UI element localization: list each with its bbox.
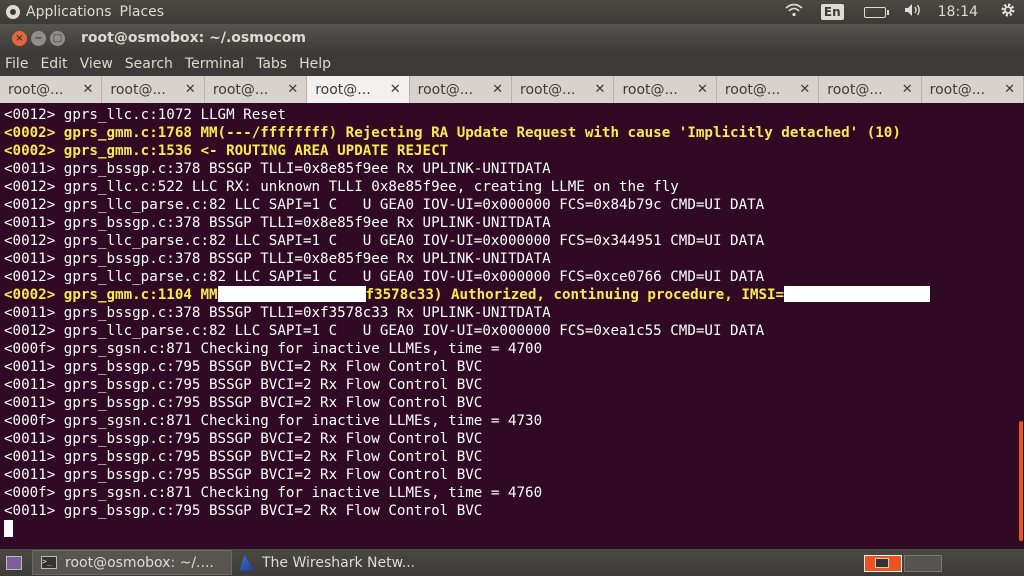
terminal-line: <0011> gprs_bssgp.c:795 BSSGP BVCI=2 Rx … bbox=[4, 359, 483, 375]
tab-label: root@... bbox=[417, 81, 474, 98]
terminal-line: <0002> gprs_gmm.c:1104 MM f3578c33) Autho… bbox=[4, 286, 931, 304]
close-tab-icon[interactable]: ✕ bbox=[595, 82, 606, 97]
close-tab-icon[interactable]: ✕ bbox=[697, 82, 708, 97]
gear-icon[interactable] bbox=[1000, 2, 1016, 22]
terminal-line: <0011> gprs_bssgp.c:378 BSSGP TLLI=0xf35… bbox=[4, 305, 551, 321]
menu-tabs[interactable]: Tabs bbox=[250, 56, 293, 72]
menu-terminal[interactable]: Terminal bbox=[179, 56, 250, 72]
terminal-line: <0011> gprs_bssgp.c:795 BSSGP BVCI=2 Rx … bbox=[4, 449, 483, 465]
wifi-icon[interactable] bbox=[785, 3, 803, 21]
terminal-line: <0012> gprs_llc_parse.c:82 LLC SAPI=1 C … bbox=[4, 233, 765, 249]
window-title-bar[interactable]: × − □ root@osmobox: ~/.osmocom bbox=[0, 24, 1024, 52]
terminal-icon: >_ bbox=[41, 556, 57, 569]
terminal-line: <000f> gprs_sgsn.c:871 Checking for inac… bbox=[4, 485, 543, 501]
menu-search[interactable]: Search bbox=[119, 56, 179, 72]
redaction-box bbox=[784, 286, 931, 302]
menu-file[interactable]: File bbox=[0, 56, 34, 72]
terminal-line: <0002> gprs_gmm.c:1768 MM(---/ffffffff) … bbox=[4, 125, 901, 141]
redaction-box bbox=[217, 286, 366, 302]
tab-label: root@... bbox=[724, 81, 781, 98]
terminal-line: <0011> gprs_bssgp.c:378 BSSGP TLLI=0x8e8… bbox=[4, 161, 551, 177]
tab-terminal[interactable]: root@... ✕ bbox=[921, 76, 1024, 103]
close-window-button[interactable]: × bbox=[12, 30, 27, 46]
places-menu[interactable]: Places bbox=[120, 4, 173, 20]
tab-bar: root@... ✕ root@... ✕ root@... ✕ root@... ✕ root… bbox=[0, 76, 1024, 103]
terminal-line: <0011> gprs_bssgp.c:795 BSSGP BVCI=2 Rx … bbox=[4, 467, 483, 483]
terminal-line-text: <0002> gprs_gmm.c:1104 MM bbox=[4, 287, 218, 303]
tab-terminal[interactable]: root@... ✕ bbox=[716, 76, 820, 103]
workspace-switcher-active[interactable] bbox=[864, 555, 902, 572]
tab-terminal[interactable]: root@... ✕ bbox=[819, 76, 922, 103]
minimize-window-button[interactable]: − bbox=[31, 30, 46, 46]
terminal-line: <0012> gprs_llc_parse.c:82 LLC SAPI=1 C … bbox=[4, 323, 765, 339]
terminal-line: <0002> gprs_gmm.c:1536 <- ROUTING AREA U… bbox=[4, 143, 449, 159]
taskbar-item-label: root@osmobox: ~/.... bbox=[65, 554, 214, 571]
show-desktop-icon[interactable] bbox=[6, 555, 22, 570]
terminal-line-text: f3578c33) Authorized, continuing procedu… bbox=[365, 287, 785, 303]
tab-terminal[interactable]: root@... ✕ bbox=[204, 76, 308, 103]
tab-label: root@... bbox=[520, 81, 576, 98]
taskbar-item-wireshark[interactable]: The Wireshark Netw... bbox=[232, 550, 432, 575]
close-tab-icon[interactable]: ✕ bbox=[390, 82, 401, 97]
terminal-line: <0012> gprs_llc_parse.c:82 LLC SAPI=1 C … bbox=[4, 269, 765, 285]
close-tab-icon[interactable]: ✕ bbox=[799, 82, 810, 97]
top-panel: Applications Places En 18:14 bbox=[0, 0, 1024, 24]
close-tab-icon[interactable]: ✕ bbox=[902, 82, 913, 97]
wireshark-icon bbox=[240, 554, 254, 571]
tab-label: root@... bbox=[212, 81, 269, 98]
terminal-line: <0012> gprs_llc_parse.c:82 LLC SAPI=1 C … bbox=[4, 197, 765, 213]
terminal-line: <0011> gprs_bssgp.c:795 BSSGP BVCI=2 Rx … bbox=[4, 377, 483, 393]
menu-help[interactable]: Help bbox=[293, 56, 337, 72]
terminal-line: <0011> gprs_bssgp.c:378 BSSGP TLLI=0x8e8… bbox=[4, 251, 551, 267]
terminal-line: <0011> gprs_bssgp.c:378 BSSGP TLLI=0x8e8… bbox=[4, 215, 551, 231]
menu-bar: File Edit View Search Terminal Tabs Help bbox=[0, 52, 1024, 76]
tab-label: root@... bbox=[929, 81, 986, 98]
bottom-taskbar: >_ root@osmobox: ~/.... The Wireshark Ne… bbox=[0, 549, 1024, 576]
taskbar-item-terminal[interactable]: >_ root@osmobox: ~/.... bbox=[32, 550, 232, 575]
terminal-line: <0011> gprs_bssgp.c:795 BSSGP BVCI=2 Rx … bbox=[4, 431, 483, 447]
terminal-line: <000f> gprs_sgsn.c:871 Checking for inac… bbox=[4, 341, 543, 357]
close-tab-icon[interactable]: ✕ bbox=[185, 82, 196, 97]
maximize-window-button[interactable]: □ bbox=[50, 30, 65, 46]
applications-menu[interactable]: Applications bbox=[26, 4, 120, 20]
tab-terminal[interactable]: root@... ✕ bbox=[0, 76, 103, 103]
terminal-output[interactable]: <0012> gprs_llc.c:1072 LLGM Reset <0002> … bbox=[0, 103, 1024, 549]
tab-terminal[interactable]: root@... ✕ bbox=[102, 76, 205, 103]
menu-view[interactable]: View bbox=[74, 56, 119, 72]
terminal-line: <0011> gprs_bssgp.c:795 BSSGP BVCI=2 Rx … bbox=[4, 395, 483, 411]
tab-terminal[interactable]: root@... ✕ bbox=[614, 76, 717, 103]
taskbar-item-label: The Wireshark Netw... bbox=[262, 554, 416, 571]
volume-icon[interactable] bbox=[904, 3, 922, 21]
battery-icon[interactable] bbox=[863, 6, 889, 18]
ubuntu-logo-icon bbox=[6, 5, 20, 19]
tab-label: root@... bbox=[622, 81, 678, 98]
terminal-line: <0011> gprs_bssgp.c:795 BSSGP BVCI=2 Rx … bbox=[4, 503, 483, 519]
close-tab-icon[interactable]: ✕ bbox=[287, 82, 298, 97]
tab-label: root@... bbox=[8, 81, 64, 98]
tab-terminal[interactable]: root@... ✕ bbox=[512, 76, 615, 103]
tab-terminal[interactable]: root@... ✕ bbox=[307, 76, 410, 103]
window-title: root@osmobox: ~/.osmocom bbox=[81, 30, 306, 46]
menu-edit[interactable]: Edit bbox=[34, 56, 73, 72]
keyboard-layout-indicator[interactable]: En bbox=[820, 4, 844, 20]
close-tab-icon[interactable]: ✕ bbox=[492, 82, 503, 97]
tab-label: root@... bbox=[110, 81, 166, 98]
terminal-icon bbox=[875, 558, 889, 568]
terminal-scrollbar[interactable] bbox=[1016, 103, 1024, 549]
terminal-prompt-line bbox=[4, 520, 930, 538]
tab-terminal[interactable]: root@... ✕ bbox=[409, 76, 513, 103]
terminal-line: <000f> gprs_sgsn.c:871 Checking for inac… bbox=[4, 413, 543, 429]
tab-label: root@... bbox=[315, 81, 371, 98]
close-tab-icon[interactable]: ✕ bbox=[83, 82, 94, 97]
tab-label: root@... bbox=[827, 81, 883, 98]
scrollbar-thumb[interactable] bbox=[1019, 421, 1023, 541]
clock[interactable]: 18:14 bbox=[938, 4, 978, 20]
text-cursor bbox=[4, 520, 13, 537]
close-tab-icon[interactable]: ✕ bbox=[1004, 82, 1015, 97]
terminal-line: <0012> gprs_llc.c:522 LLC RX: unknown TL… bbox=[4, 179, 679, 195]
terminal-lines: <0012> gprs_llc.c:1072 LLGM Reset <0002> … bbox=[4, 106, 931, 538]
terminal-line: <0012> gprs_llc.c:1072 LLGM Reset bbox=[4, 107, 286, 123]
workspace-switcher-item[interactable] bbox=[904, 555, 942, 572]
